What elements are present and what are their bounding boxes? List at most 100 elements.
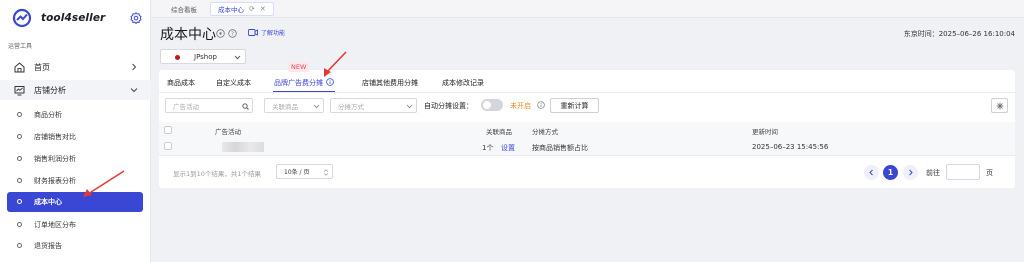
home-icon xyxy=(14,62,25,73)
subtab-brand-ad-allocation[interactable]: 品牌广告费分摊 xyxy=(273,78,335,93)
sidebar-item-cost-center[interactable]: 成本中心 xyxy=(7,192,143,212)
info-icon[interactable] xyxy=(216,29,225,38)
sidebar-item-label: 订单地区分布 xyxy=(34,221,76,229)
goto-label: 前往 xyxy=(926,169,940,177)
info-icon[interactable] xyxy=(537,101,545,109)
subtab-custom-cost[interactable]: 自定义成本 xyxy=(216,78,251,88)
subtab-label: 自定义成本 xyxy=(216,79,251,87)
help-icon[interactable]: ? xyxy=(228,29,237,38)
prev-page-button[interactable] xyxy=(864,165,879,180)
shop-name: JPshop xyxy=(194,52,217,61)
bullet-icon xyxy=(17,243,22,248)
column-header-allocation-method: 分摊方式 xyxy=(532,128,558,136)
sidebar-item-label: 成本中心 xyxy=(34,198,62,206)
subtab-product-cost[interactable]: 商品成本 xyxy=(167,78,195,88)
timezone-time: 东京时间：2025–06–26 16:10:04 xyxy=(903,30,1015,38)
table-header: 广告活动 关联商品 分摊方式 更新时间 xyxy=(159,122,1015,138)
settings-icon[interactable] xyxy=(130,12,142,24)
chevron-down-icon xyxy=(234,55,241,60)
column-settings-icon xyxy=(996,102,1004,110)
sidebar-item-return-report[interactable]: 退货报告 xyxy=(0,236,151,256)
app-name: tool4seller xyxy=(41,12,106,24)
app-logo[interactable]: tool4seller xyxy=(12,8,105,28)
auto-allocation-toggle[interactable] xyxy=(481,99,503,111)
column-settings-button[interactable] xyxy=(991,98,1008,113)
sidebar-item-finance-report[interactable]: 财务报表分析 xyxy=(0,171,151,191)
tab-label: 成本中心 xyxy=(218,6,244,14)
svg-text:?: ? xyxy=(231,32,234,38)
bullet-icon xyxy=(17,112,22,117)
sidebar-item-label: 首页 xyxy=(34,62,50,72)
sidebar-item-label: 退货报告 xyxy=(34,242,62,250)
related-product-select[interactable]: 关联商品 xyxy=(264,98,324,113)
chevron-down-icon xyxy=(406,104,413,109)
sidebar-item-label: 店铺销售对比 xyxy=(34,133,76,141)
tabs-divider xyxy=(159,92,1015,93)
subtab-label: 商品成本 xyxy=(167,79,195,87)
sidebar-item-order-region[interactable]: 订单地区分布 xyxy=(0,215,151,235)
sidebar-item-shop-sales-compare[interactable]: 店铺销售对比 xyxy=(0,127,151,147)
goto-page-input[interactable] xyxy=(946,164,980,180)
allocation-method-value: 按商品销售额占比 xyxy=(532,144,588,152)
tab-dashboard[interactable]: 综合看板 xyxy=(164,2,204,16)
page-size-select[interactable]: 10条 / 页 xyxy=(276,164,333,179)
sidebar-item-label: 店铺分析 xyxy=(34,85,66,95)
goto-unit: 页 xyxy=(986,169,993,177)
section-label: 运营工具 xyxy=(8,43,33,50)
column-header-ad-campaign: 广告活动 xyxy=(215,128,241,136)
next-page-button[interactable] xyxy=(903,165,918,180)
close-icon[interactable]: ✕ xyxy=(260,5,266,13)
info-icon[interactable] xyxy=(326,78,334,86)
set-link[interactable]: 设置 xyxy=(501,143,515,153)
select-all-checkbox[interactable] xyxy=(164,126,172,134)
bullet-icon xyxy=(17,222,22,227)
page-button-current[interactable]: 1 xyxy=(883,165,898,180)
subtab-label: 成本修改记录 xyxy=(442,79,484,87)
japan-flag-icon xyxy=(175,55,180,60)
cost-card: 商品成本 自定义成本 品牌广告费分摊 NEW 店铺其他费用分摊 成本修改记录 广… xyxy=(159,62,1015,188)
chevron-left-icon xyxy=(869,169,873,176)
chevron-right-icon xyxy=(909,169,913,176)
allocation-method-select[interactable]: 分摊方式 xyxy=(330,98,417,113)
row-checkbox[interactable] xyxy=(164,142,172,150)
sidebar-item-label: 商品分析 xyxy=(34,111,62,119)
subtab-label: 店铺其他费用分摊 xyxy=(362,79,418,87)
bullet-icon xyxy=(17,199,22,204)
refresh-icon[interactable]: ⟳ xyxy=(249,5,255,13)
chevron-right-icon xyxy=(132,63,137,71)
learn-feature-link[interactable]: 了解功能 xyxy=(248,28,285,37)
auto-allocation-label: 自动分摊设置： xyxy=(424,102,473,110)
sidebar-item-home[interactable]: 首页 xyxy=(0,57,151,77)
search-icon xyxy=(242,103,249,110)
tab-cost-center[interactable]: 成本中心 ⟳ ✕ xyxy=(210,2,274,16)
bullet-icon xyxy=(17,134,22,139)
bullet-icon xyxy=(17,156,22,161)
column-header-related-product: 关联商品 xyxy=(486,128,512,136)
subtab-other-fee-allocation[interactable]: 店铺其他费用分摊 xyxy=(362,78,418,88)
placeholder-text: 关联商品 xyxy=(272,102,298,111)
ad-campaign-search-input[interactable]: 广告活动 xyxy=(165,98,253,113)
recalculate-button[interactable]: 重新计算 xyxy=(550,98,599,113)
shop-select[interactable]: JPshop xyxy=(160,49,246,64)
redacted-campaign-name xyxy=(222,142,264,152)
column-header-updated-time: 更新时间 xyxy=(752,128,778,136)
updated-time-value: 2025–06–23 15:45:56 xyxy=(752,143,829,151)
chevron-down-icon xyxy=(313,104,320,109)
sidebar-item-label: 销售利润分析 xyxy=(34,155,76,163)
table-row: 1个 设置 按商品销售额占比 2025–06–23 15:45:56 xyxy=(159,138,1015,156)
subtab-cost-change-log[interactable]: 成本修改记录 xyxy=(442,78,484,88)
placeholder-text: 分摊方式 xyxy=(338,102,364,111)
learn-feature-label: 了解功能 xyxy=(261,30,286,37)
sidebar: tool4seller 运营工具 首页 店铺分析 商品分析 店铺销售对比 销售利… xyxy=(0,0,151,262)
chart-icon xyxy=(14,86,25,96)
new-badge: NEW xyxy=(288,62,310,72)
video-icon xyxy=(248,29,258,36)
page-tabbar: 综合看板 成本中心 ⟳ ✕ xyxy=(152,0,1024,18)
bullet-icon xyxy=(17,178,22,183)
sidebar-item-sales-profit[interactable]: 销售利润分析 xyxy=(0,149,151,169)
sidebar-item-label: 财务报表分析 xyxy=(34,177,76,185)
page-title: 成本中心 xyxy=(160,27,216,43)
sidebar-group-shop-analysis[interactable]: 店铺分析 xyxy=(0,80,151,100)
sidebar-item-product-analysis[interactable]: 商品分析 xyxy=(0,105,151,125)
sort-arrows-icon xyxy=(323,169,329,176)
